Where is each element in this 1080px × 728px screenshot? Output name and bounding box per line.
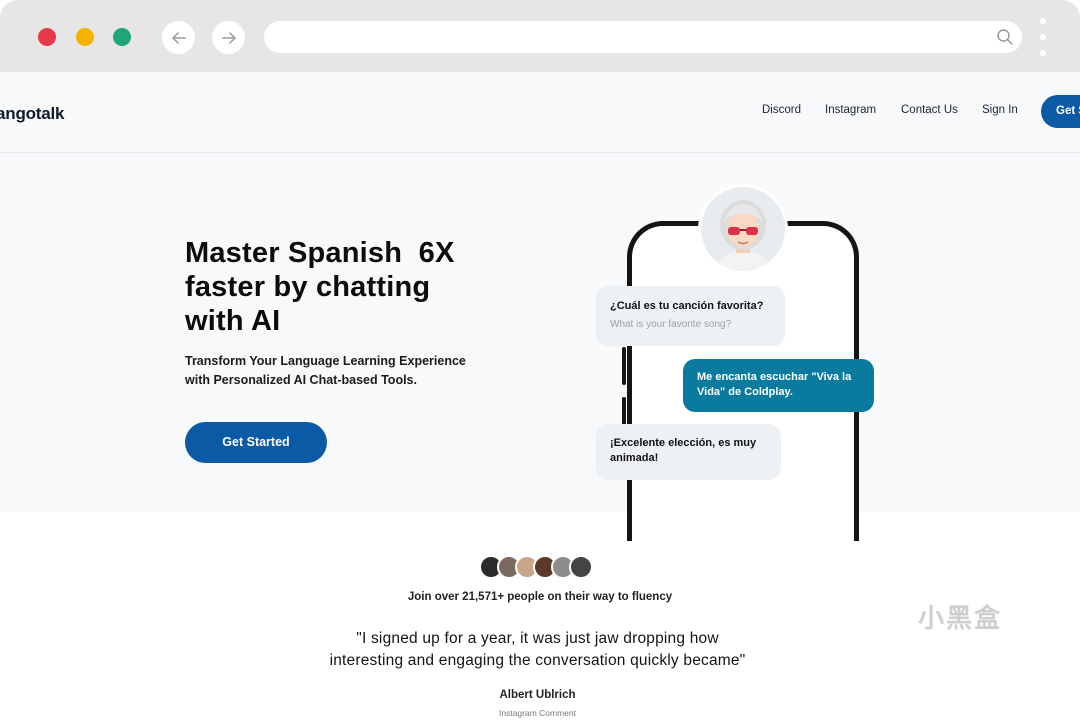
chat-bubble-question: ¿Cuál es tu canción favorita? What is yo… <box>596 286 785 346</box>
close-window-button[interactable] <box>38 28 56 46</box>
header-get-started-button[interactable]: Get S <box>1041 95 1080 128</box>
search-icon[interactable] <box>996 28 1014 46</box>
question-text: ¿Cuál es tu canción favorita? <box>610 300 764 312</box>
hero-subtitle: Transform Your Language Learning Experie… <box>185 352 505 390</box>
kebab-menu-icon[interactable] <box>1038 18 1048 56</box>
avatar <box>569 555 593 579</box>
translation-text: What is your favorite song? <box>610 319 732 330</box>
headline-line: faster by chatting <box>185 271 431 303</box>
ai-tutor-avatar <box>698 184 788 274</box>
get-started-button[interactable]: Get Started <box>185 422 327 463</box>
chat-bubble-user-reply: Me encanta escuchar "Viva la Vida" de Co… <box>683 359 874 412</box>
quote-line: "I signed up for a year, it was just jaw… <box>356 630 719 647</box>
testimonial-source: Instagram Comment <box>499 708 576 718</box>
browser-chrome <box>0 0 1080 72</box>
chat-bubble-ai-response: ¡Excelente elección, es muy animada! <box>596 424 781 480</box>
nav-link-sign-in[interactable]: Sign In <box>982 104 1018 116</box>
minimize-window-button[interactable] <box>76 28 94 46</box>
site-header: angotalk Discord Instagram Contact Us Si… <box>0 72 1080 153</box>
back-button[interactable] <box>162 21 195 54</box>
arrow-left-icon <box>171 31 186 44</box>
nav-link-discord[interactable]: Discord <box>762 104 801 116</box>
nav-link-instagram[interactable]: Instagram <box>825 104 876 116</box>
address-bar[interactable] <box>264 21 1022 53</box>
phone-side-button <box>622 347 626 385</box>
maximize-window-button[interactable] <box>113 28 131 46</box>
subtitle-line: Transform Your Language Learning Experie… <box>185 354 466 368</box>
headline-line: with AI <box>185 305 281 337</box>
arrow-right-icon <box>221 31 236 44</box>
watermark: 小黑盒 <box>918 603 1003 633</box>
quote-line: interesting and engaging the conversatio… <box>329 652 746 669</box>
testimonial-author: Albert Ublrich <box>499 689 576 701</box>
headline-line: Master Spanish 6X <box>185 237 455 269</box>
nav-link-contact-us[interactable]: Contact Us <box>901 104 958 116</box>
forward-button[interactable] <box>212 21 245 54</box>
subtitle-line: with Personalized AI Chat-based Tools. <box>185 373 417 387</box>
testimonial-quote: "I signed up for a year, it was just jaw… <box>0 628 1075 672</box>
user-avatar-group <box>479 555 593 579</box>
site-logo[interactable]: angotalk <box>0 104 65 124</box>
hero-headline: Master Spanish 6X faster by chatting wit… <box>185 236 515 338</box>
